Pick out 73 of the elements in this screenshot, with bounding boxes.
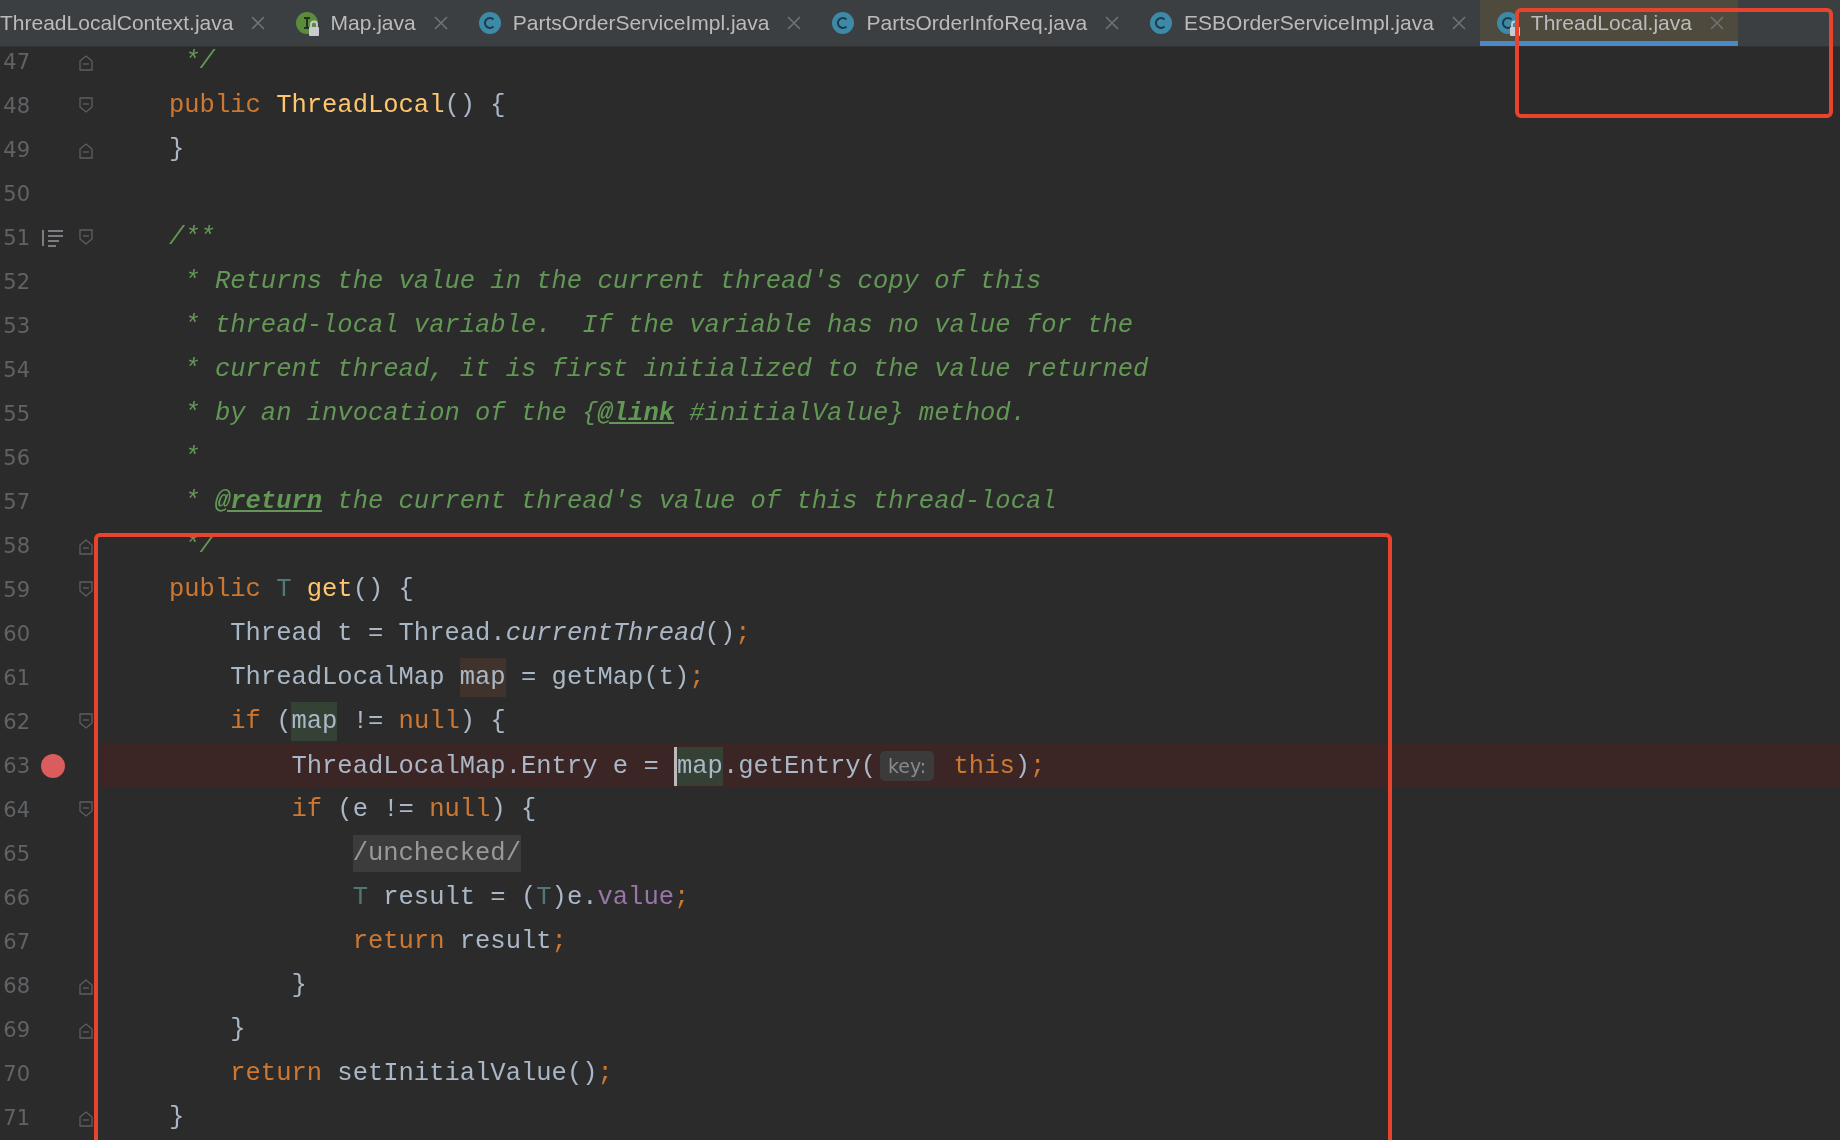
close-icon bbox=[1709, 16, 1724, 30]
line-number: 67 bbox=[2, 929, 30, 956]
line-number: 55 bbox=[2, 401, 30, 428]
fold-end-icon[interactable] bbox=[79, 1109, 93, 1127]
fold-end-icon[interactable] bbox=[79, 977, 93, 995]
line-number: 47 bbox=[2, 49, 30, 76]
fold-end-icon[interactable] bbox=[79, 1021, 93, 1039]
fold-icon[interactable] bbox=[79, 713, 93, 731]
code-line: return setInitialValue(); bbox=[229, 1058, 613, 1090]
rendered-doc-icon[interactable] bbox=[42, 229, 64, 247]
code-line: } bbox=[290, 970, 307, 1002]
line-number: 50 bbox=[2, 181, 30, 208]
line-number: 57 bbox=[2, 489, 30, 516]
editor-tab[interactable]: ThreadLocal.java bbox=[1479, 0, 1738, 46]
fold-icon[interactable] bbox=[79, 801, 93, 819]
fold-end-icon[interactable] bbox=[79, 141, 93, 159]
code-line: ThreadLocalMap map = getMap(t); bbox=[169, 656, 705, 700]
line-number: 60 bbox=[2, 621, 30, 648]
close-icon bbox=[251, 16, 266, 30]
code-line: ThreadLocalMap.Entry e = map.getEntry( key: this); bbox=[169, 744, 1046, 788]
editor-tab[interactable]: PartsOrderInfoReq.java bbox=[815, 0, 1134, 46]
code-line: } bbox=[169, 1102, 185, 1134]
line-number: 63 bbox=[2, 753, 30, 780]
code-line: Thread t = Thread.currentThread(); bbox=[229, 618, 751, 650]
code-line: if (e != null) { bbox=[290, 794, 537, 826]
editor-tab[interactable]: PartsOrderServiceImpl.java bbox=[461, 0, 816, 46]
line-number: 61 bbox=[2, 665, 30, 692]
code-line: T result = (T)e.value; bbox=[351, 882, 690, 914]
doc-comment-line: * Returns the value in the current thread's copy of this bbox=[183, 266, 1042, 298]
close-icon bbox=[1105, 16, 1120, 30]
fold-icon[interactable] bbox=[79, 229, 93, 247]
line-number: 64 bbox=[2, 797, 30, 824]
close-icon bbox=[433, 16, 448, 30]
close-icon bbox=[787, 16, 802, 30]
code-line: return result; bbox=[351, 926, 567, 958]
fold-icon[interactable] bbox=[79, 97, 93, 115]
doc-comment-line: * current thread, it is first initialized to the value returned bbox=[183, 354, 1149, 386]
line-number: 52 bbox=[2, 269, 30, 296]
fold-end-icon[interactable] bbox=[79, 537, 93, 555]
code-line: if (map != null) { bbox=[169, 700, 506, 744]
code-line: } bbox=[229, 1014, 246, 1046]
line-number: 49 bbox=[2, 137, 30, 164]
line-number: 70 bbox=[2, 1061, 30, 1088]
line-number: 58 bbox=[2, 533, 30, 560]
doc-comment-line: */ bbox=[183, 47, 215, 78]
editor-tab[interactable]: ThreadLocalContext.java bbox=[0, 0, 280, 46]
fold-end-icon[interactable] bbox=[79, 53, 93, 71]
doc-comment-line: * by an invocation of the {@link #initialValue} method. bbox=[183, 398, 1026, 430]
line-number: 69 bbox=[2, 1017, 30, 1044]
fold-icon[interactable] bbox=[79, 581, 93, 599]
line-number: 56 bbox=[2, 445, 30, 472]
line-number: 71 bbox=[2, 1105, 30, 1132]
doc-comment-line: /** bbox=[169, 222, 215, 254]
line-number: 48 bbox=[2, 93, 30, 120]
code-line: } bbox=[169, 134, 185, 166]
editor-tab[interactable]: Map.java bbox=[279, 0, 462, 46]
code-line: public T get() { bbox=[169, 574, 414, 606]
code-line: public ThreadLocal() { bbox=[169, 90, 506, 122]
line-number: 59 bbox=[2, 577, 30, 604]
line-number: 53 bbox=[2, 313, 30, 340]
line-number: 62 bbox=[2, 709, 30, 736]
line-number: 65 bbox=[2, 841, 30, 868]
doc-comment-line: * bbox=[183, 442, 200, 474]
line-number: 54 bbox=[2, 357, 30, 384]
close-icon bbox=[1451, 16, 1466, 30]
code-line: /unchecked/ bbox=[169, 832, 521, 876]
editor-tab[interactable]: ESBOrderServiceImpl.java bbox=[1133, 0, 1480, 46]
breakpoint-icon[interactable] bbox=[41, 754, 65, 778]
line-number: 68 bbox=[2, 973, 30, 1000]
doc-comment-line: * thread-local variable. If the variable has no value for the bbox=[183, 310, 1134, 342]
line-number: 51 bbox=[2, 225, 30, 252]
doc-comment-line: * @return the current thread's value of this thread-local bbox=[183, 486, 1057, 518]
line-number: 66 bbox=[2, 885, 30, 912]
